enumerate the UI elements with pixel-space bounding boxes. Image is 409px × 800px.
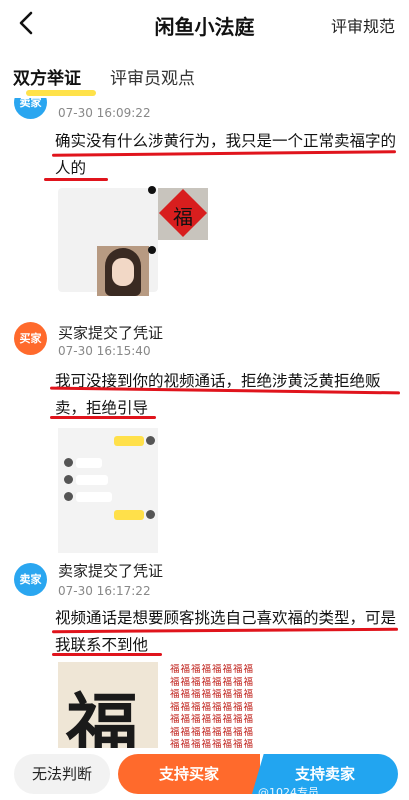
chat-avatar	[146, 436, 155, 445]
chat-bubble	[76, 458, 102, 468]
seller-avatar: 卖家	[14, 98, 47, 119]
video-call-screenshot[interactable]	[97, 246, 149, 296]
active-tab-indicator	[26, 90, 96, 96]
post-message: 我可没接到你的视频通话，拒绝涉黄泛黄拒绝贩卖，拒绝引导	[55, 372, 381, 417]
watermark-text: @1024专员	[258, 786, 319, 799]
tab-evidence-label: 双方举证	[13, 69, 81, 89]
tab-reviewer-opinions[interactable]: 评审员观点	[110, 64, 195, 89]
post-time: 07-30 16:09:22	[58, 106, 151, 120]
seller-avatar: 卖家	[14, 563, 47, 596]
post-time: 07-30 16:15:40	[58, 344, 151, 358]
evidence-feed[interactable]: 卖家 07-30 16:09:22 确实没有什么涉黄行为，我只是一个正常卖福字的…	[0, 98, 409, 748]
top-bar: 闲鱼小法庭 评审规范	[0, 0, 409, 48]
black-dot-marker	[148, 246, 156, 254]
black-dot-marker	[148, 186, 156, 194]
chat-bubble	[114, 510, 144, 520]
chat-avatar	[64, 475, 73, 484]
tab-evidence[interactable]: 双方举证	[13, 64, 96, 96]
calligraphy-character: 福	[66, 684, 139, 748]
calligraphy-sample-sheet[interactable]: 福福福福福福福福 福福福福福福福福 福福福福福福福福 福福福福福福福福 福福福福…	[170, 664, 276, 748]
chat-bubble	[76, 492, 112, 502]
chat-avatar	[64, 492, 73, 501]
chat-bubble	[114, 436, 144, 446]
verdict-bar: 无法判断 支持买家 支持卖家 @1024专员	[0, 748, 409, 800]
fu-character-photo[interactable]: 福	[158, 188, 208, 240]
cannot-judge-button[interactable]: 无法判断	[14, 754, 110, 794]
annotation-underline	[52, 653, 162, 656]
chat-screenshot[interactable]	[58, 428, 158, 553]
post-author: 买家提交了凭证	[58, 324, 164, 342]
review-rules-link[interactable]: 评审规范	[331, 13, 395, 37]
tab-bar: 双方举证 评审员观点	[0, 58, 409, 98]
buyer-avatar: 买家	[14, 322, 47, 355]
fu-character: 福	[173, 205, 193, 229]
post-author: 卖家提交了凭证	[58, 562, 164, 580]
support-buyer-button[interactable]: 支持买家	[118, 754, 260, 794]
calligraphy-photo[interactable]: 福	[58, 662, 158, 748]
chat-avatar	[146, 510, 155, 519]
post-time: 07-30 16:17:22	[58, 584, 151, 598]
annotation-underline	[44, 178, 108, 181]
chat-avatar	[64, 458, 73, 467]
chat-bubble	[76, 475, 108, 485]
annotation-underline	[50, 416, 156, 419]
face-shape	[112, 258, 134, 286]
